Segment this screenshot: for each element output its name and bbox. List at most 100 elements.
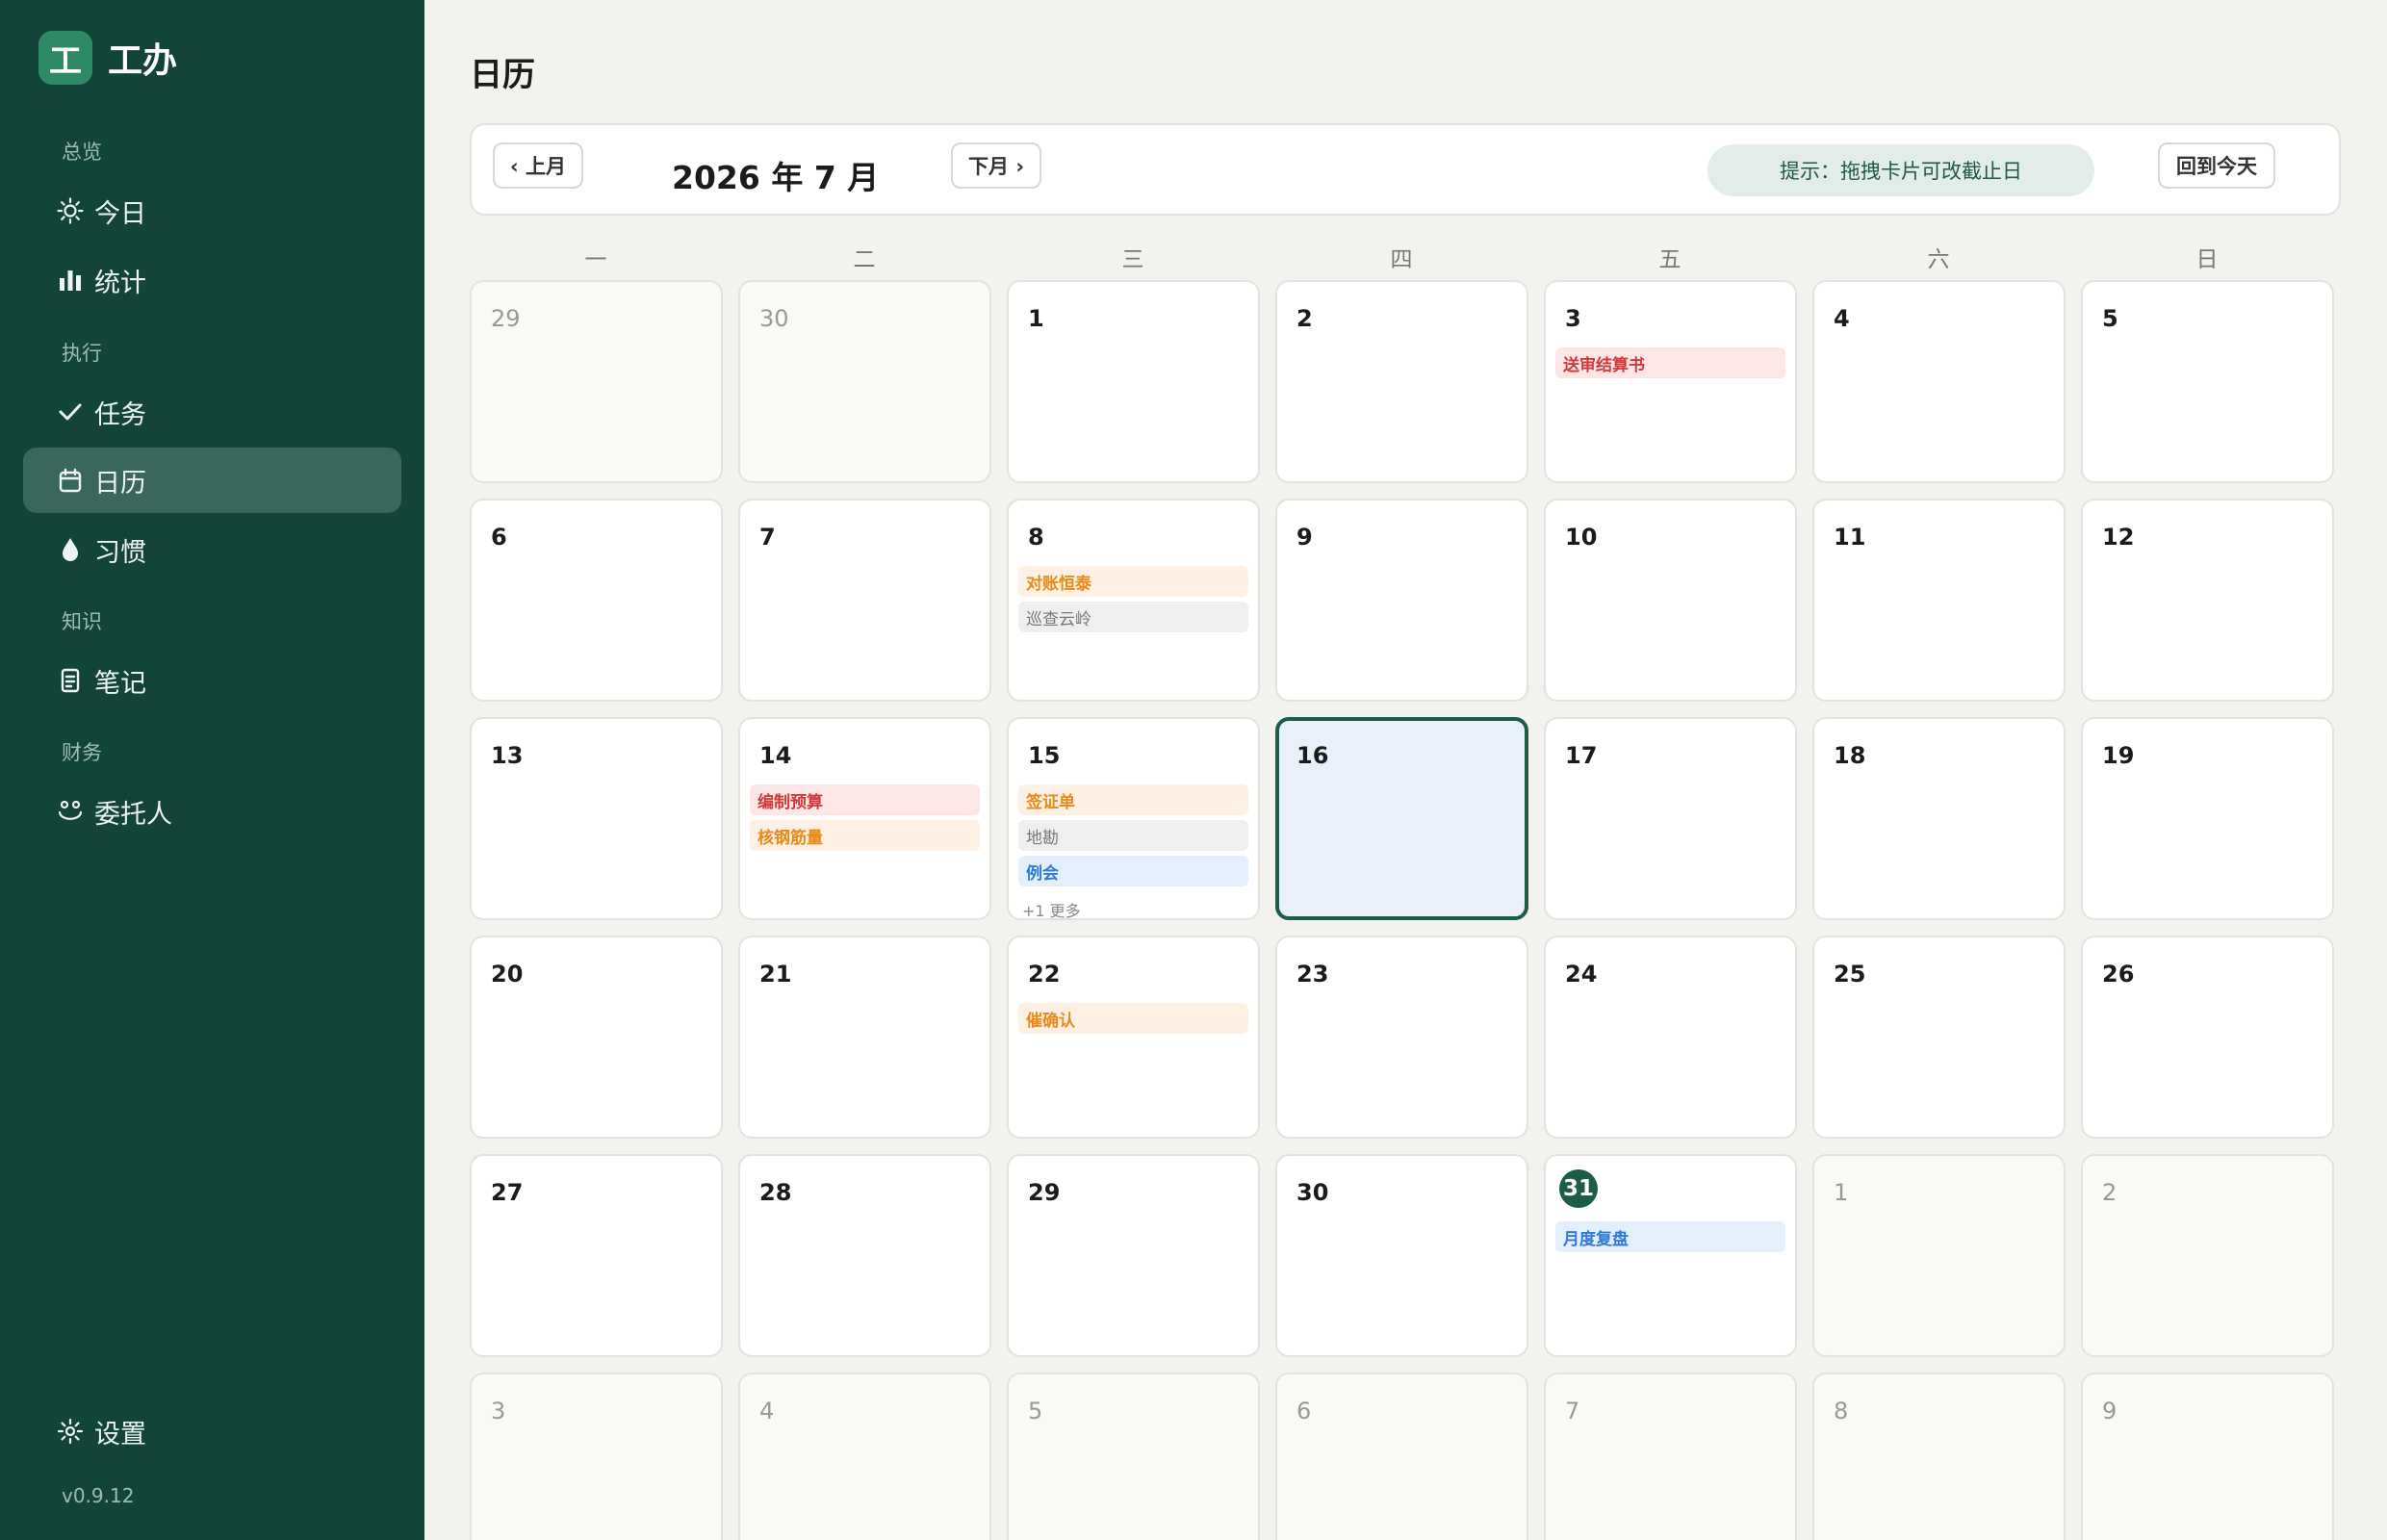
calendar-day[interactable]: 1 <box>1812 1154 2066 1357</box>
day-number: 27 <box>491 1179 524 1206</box>
clients-icon <box>56 797 85 826</box>
calendar-day[interactable]: 2 <box>1275 280 1528 483</box>
gear-icon <box>56 1417 85 1446</box>
day-number: 2 <box>2102 1179 2118 1206</box>
day-number: 3 <box>1565 305 1581 332</box>
day-number: 19 <box>2102 742 2135 769</box>
calendar-day[interactable]: 1 <box>1007 280 1260 483</box>
calendar-day[interactable]: 7 <box>738 499 991 702</box>
day-number: 8 <box>1028 524 1044 551</box>
calendar-day[interactable]: 18 <box>1812 717 2066 920</box>
event-card[interactable]: 地勘 <box>1018 820 1248 851</box>
calendar-day[interactable]: 9 <box>1275 499 1528 702</box>
calendar-day[interactable]: 5 <box>2081 280 2334 483</box>
calendar-day[interactable]: 4 <box>1812 280 2066 483</box>
calendar-day[interactable]: 19 <box>2081 717 2334 920</box>
event-card[interactable]: 例会 <box>1018 856 1248 886</box>
day-number: 30 <box>759 305 789 332</box>
sidebar-item-label: 统计 <box>94 268 146 298</box>
event-card[interactable]: 签证单 <box>1018 784 1248 815</box>
sidebar: 工 工办 总览 今日 统计 执行 任务 日历 习惯 知识 笔记 财务 委托人 设… <box>0 0 424 1540</box>
sidebar-item-label: 笔记 <box>94 668 146 699</box>
prev-month-button[interactable]: ‹ 上月 <box>493 142 583 189</box>
calendar-day[interactable]: 4 <box>738 1373 991 1540</box>
day-number: 11 <box>1834 524 1866 551</box>
sidebar-item-today[interactable]: 今日 <box>23 178 401 244</box>
calendar-day[interactable]: 7 <box>1544 1373 1797 1540</box>
calendar-day[interactable]: 17 <box>1544 717 1797 920</box>
event-card[interactable]: 送审结算书 <box>1555 347 1785 378</box>
day-number: 9 <box>2102 1398 2118 1424</box>
sidebar-item-calendar[interactable]: 日历 <box>23 448 401 513</box>
app-name: 工办 <box>108 41 178 81</box>
calendar-day[interactable]: 20 <box>470 936 723 1139</box>
calendar-day[interactable]: 24 <box>1544 936 1797 1139</box>
calendar-day[interactable]: 12 <box>2081 499 2334 702</box>
calendar-day[interactable]: 10 <box>1544 499 1797 702</box>
calendar-day[interactable]: 25 <box>1812 936 2066 1139</box>
day-number: 29 <box>491 305 521 332</box>
day-number: 5 <box>1028 1398 1043 1424</box>
app-logo: 工 <box>38 31 92 85</box>
sidebar-item-settings[interactable]: 设置 <box>23 1399 401 1464</box>
calendar-day[interactable]: 2 <box>2081 1154 2334 1357</box>
calendar-day[interactable]: 31 月度复盘 <box>1544 1154 1797 1357</box>
sidebar-item-habits[interactable]: 习惯 <box>23 517 401 582</box>
next-month-button[interactable]: 下月 › <box>951 142 1041 189</box>
event-card[interactable]: 核钢筋量 <box>750 820 980 851</box>
calendar-day[interactable]: 13 <box>470 717 723 920</box>
sidebar-item-stats[interactable]: 统计 <box>23 247 401 313</box>
calendar-day[interactable]: 3 <box>470 1373 723 1540</box>
weekday-label: 日 <box>2195 247 2219 272</box>
calendar-day[interactable]: 9 <box>2081 1373 2334 1540</box>
calendar-day[interactable]: 14 编制预算核钢筋量 <box>738 717 991 920</box>
day-number: 16 <box>1296 742 1329 769</box>
weekday-label: 六 <box>1927 247 1950 272</box>
event-card[interactable]: 月度复盘 <box>1555 1221 1785 1252</box>
day-number: 6 <box>491 524 507 551</box>
calendar-day[interactable]: 6 <box>470 499 723 702</box>
sidebar-item-notes[interactable]: 笔记 <box>23 648 401 713</box>
day-number: 26 <box>2102 961 2135 988</box>
calendar-day[interactable]: 8 对账恒泰巡查云岭 <box>1007 499 1260 702</box>
calendar-day[interactable]: 21 <box>738 936 991 1139</box>
calendar-day[interactable]: 29 <box>1007 1154 1260 1357</box>
calendar-day[interactable]: 23 <box>1275 936 1528 1139</box>
day-number: 17 <box>1565 742 1598 769</box>
sidebar-item-clients[interactable]: 委托人 <box>23 779 401 844</box>
section-label-finance: 财务 <box>62 741 102 764</box>
event-card[interactable]: 巡查云岭 <box>1018 602 1248 632</box>
day-number: 18 <box>1834 742 1866 769</box>
event-card[interactable]: 编制预算 <box>750 784 980 815</box>
calendar-day[interactable]: 15 签证单 地勘 例会 +1 更多 <box>1007 717 1260 920</box>
app-version: v0.9.12 <box>62 1484 135 1507</box>
back-to-today-button[interactable]: 回到今天 <box>2158 142 2275 189</box>
calendar-day[interactable]: 22 催确认 <box>1007 936 1260 1139</box>
calendar-day[interactable]: 6 <box>1275 1373 1528 1540</box>
day-number: 4 <box>1834 305 1850 332</box>
day-number: 13 <box>491 742 524 769</box>
calendar-day[interactable]: 29 <box>470 280 723 483</box>
check-icon <box>56 398 85 426</box>
month-title: 2026 年 7 月 <box>672 159 880 196</box>
calendar-day[interactable]: 5 <box>1007 1373 1260 1540</box>
calendar-day[interactable]: 30 <box>1275 1154 1528 1357</box>
day-number: 25 <box>1834 961 1866 988</box>
event-card[interactable]: 对账恒泰 <box>1018 566 1248 597</box>
day-number: 7 <box>759 524 776 551</box>
calendar-day[interactable]: 28 <box>738 1154 991 1357</box>
calendar-day-selected[interactable]: 16 <box>1275 717 1528 920</box>
event-card[interactable]: 催确认 <box>1018 1003 1248 1034</box>
day-number: 24 <box>1565 961 1598 988</box>
calendar-day[interactable]: 26 <box>2081 936 2334 1139</box>
calendar-day[interactable]: 11 <box>1812 499 2066 702</box>
calendar-day[interactable]: 27 <box>470 1154 723 1357</box>
sidebar-item-label: 设置 <box>94 1419 146 1450</box>
calendar-day[interactable]: 3 送审结算书 <box>1544 280 1797 483</box>
calendar-day[interactable]: 8 <box>1812 1373 2066 1540</box>
more-events-link[interactable]: +1 更多 <box>1022 898 1081 921</box>
calendar-toolbar: ‹ 上月 2026 年 7 月 下月 › 提示：拖拽卡片可改截止日 回到今天 <box>470 123 2341 216</box>
sidebar-item-tasks[interactable]: 任务 <box>23 379 401 445</box>
day-number: 14 <box>759 742 792 769</box>
calendar-day[interactable]: 30 <box>738 280 991 483</box>
